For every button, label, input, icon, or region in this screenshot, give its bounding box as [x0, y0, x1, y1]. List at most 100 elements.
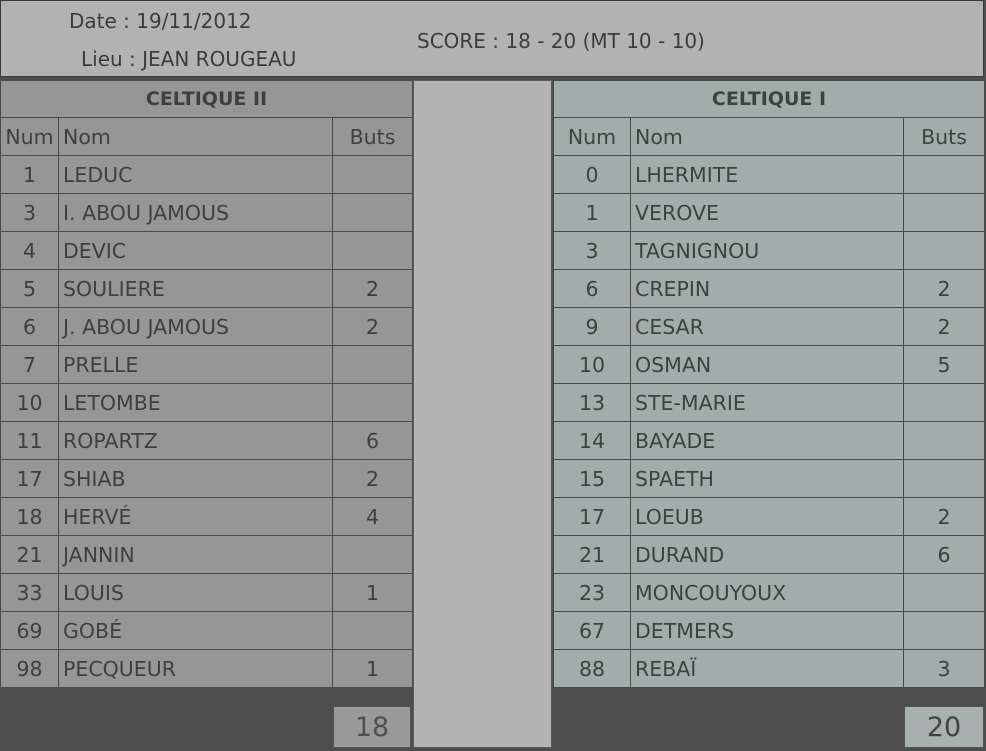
player-goals[interactable] [903, 421, 985, 460]
player-name[interactable]: SPAETH [630, 459, 904, 498]
player-goals[interactable] [903, 383, 985, 422]
player-name[interactable]: CESAR [630, 307, 904, 346]
player-name[interactable]: VEROVE [630, 193, 904, 232]
player-name[interactable]: DURAND [630, 535, 904, 574]
player-name[interactable]: DETMERS [630, 611, 904, 650]
player-name[interactable]: HERVÉ [58, 497, 333, 536]
player-goals[interactable] [332, 193, 413, 232]
player-name[interactable]: LOUIS [58, 573, 333, 612]
player-name[interactable]: BAYADE [630, 421, 904, 460]
player-num[interactable]: 23 [553, 573, 631, 612]
player-goals[interactable]: 2 [903, 269, 985, 308]
player-goals[interactable]: 2 [332, 269, 413, 308]
player-num[interactable]: 33 [0, 573, 59, 612]
player-num[interactable]: 21 [553, 535, 631, 574]
player-name[interactable]: JANNIN [58, 535, 333, 574]
team-left-total[interactable]: 18 [333, 706, 411, 748]
player-num[interactable]: 15 [553, 459, 631, 498]
player-num[interactable]: 10 [553, 345, 631, 384]
player-goals[interactable]: 1 [332, 649, 413, 688]
player-goals[interactable] [332, 231, 413, 270]
player-goals[interactable] [332, 155, 413, 194]
player-name[interactable]: CREPIN [630, 269, 904, 308]
player-num[interactable]: 3 [553, 231, 631, 270]
player-num[interactable]: 3 [0, 193, 59, 232]
player-goals[interactable] [332, 611, 413, 650]
player-goals[interactable] [903, 231, 985, 270]
player-name[interactable]: DEVIC [58, 231, 333, 270]
player-name[interactable]: OSMAN [630, 345, 904, 384]
player-goals[interactable]: 5 [903, 345, 985, 384]
col-header-nom[interactable]: Nom [58, 117, 333, 156]
player-goals[interactable] [903, 459, 985, 498]
team-left-panel: CELTIQUE II Num Nom Buts 1 LEDUC 3 I. ABOU … [0, 80, 413, 688]
player-name[interactable]: REBAÏ [630, 649, 904, 688]
player-goals[interactable]: 1 [332, 573, 413, 612]
player-name[interactable]: TAGNIGNOU [630, 231, 904, 270]
table-row: 98 PECQUEUR 1 [0, 649, 413, 688]
player-num[interactable]: 1 [553, 193, 631, 232]
player-num[interactable]: 6 [553, 269, 631, 308]
table-row: 33 LOUIS 1 [0, 573, 413, 612]
match-location: Lieu : JEAN ROUGEAU [81, 47, 297, 71]
player-goals[interactable] [903, 611, 985, 650]
player-name[interactable]: LOEUB [630, 497, 904, 536]
player-name[interactable]: SHIAB [58, 459, 333, 498]
player-goals[interactable]: 3 [903, 649, 985, 688]
player-goals[interactable] [903, 155, 985, 194]
player-name[interactable]: LHERMITE [630, 155, 904, 194]
table-row: 17 LOEUB 2 [553, 497, 985, 536]
player-goals[interactable] [903, 193, 985, 232]
player-num[interactable]: 9 [553, 307, 631, 346]
player-name[interactable]: J. ABOU JAMOUS [58, 307, 333, 346]
player-goals[interactable] [332, 535, 413, 574]
player-goals[interactable] [903, 573, 985, 612]
table-row: 23 MONCOUYOUX [553, 573, 985, 612]
col-header-num[interactable]: Num [553, 117, 631, 156]
player-num[interactable]: 13 [553, 383, 631, 422]
col-header-num[interactable]: Num [0, 117, 59, 156]
col-header-buts[interactable]: Buts [903, 117, 985, 156]
player-goals[interactable]: 2 [332, 459, 413, 498]
player-num[interactable]: 10 [0, 383, 59, 422]
player-num[interactable]: 6 [0, 307, 59, 346]
player-num[interactable]: 4 [0, 231, 59, 270]
player-name[interactable]: PECQUEUR [58, 649, 333, 688]
player-goals[interactable]: 2 [903, 497, 985, 536]
team-right-name[interactable]: CELTIQUE I [553, 80, 985, 118]
player-name[interactable]: LEDUC [58, 155, 333, 194]
player-num[interactable]: 98 [0, 649, 59, 688]
player-name[interactable]: I. ABOU JAMOUS [58, 193, 333, 232]
team-left-name[interactable]: CELTIQUE II [0, 80, 413, 118]
player-name[interactable]: SOULIERE [58, 269, 333, 308]
player-num[interactable]: 67 [553, 611, 631, 650]
player-num[interactable]: 17 [553, 497, 631, 536]
player-name[interactable]: MONCOUYOUX [630, 573, 904, 612]
player-goals[interactable]: 2 [903, 307, 985, 346]
player-num[interactable]: 21 [0, 535, 59, 574]
col-header-buts[interactable]: Buts [332, 117, 413, 156]
player-goals[interactable] [332, 383, 413, 422]
player-name[interactable]: GOBÉ [58, 611, 333, 650]
player-goals[interactable]: 6 [332, 421, 413, 460]
player-num[interactable]: 17 [0, 459, 59, 498]
player-num[interactable]: 18 [0, 497, 59, 536]
player-num[interactable]: 11 [0, 421, 59, 460]
col-header-nom[interactable]: Nom [630, 117, 904, 156]
player-name[interactable]: LETOMBE [58, 383, 333, 422]
player-goals[interactable]: 4 [332, 497, 413, 536]
player-name[interactable]: ROPARTZ [58, 421, 333, 460]
player-goals[interactable] [332, 345, 413, 384]
player-name[interactable]: STE-MARIE [630, 383, 904, 422]
player-num[interactable]: 7 [0, 345, 59, 384]
player-num[interactable]: 0 [553, 155, 631, 194]
player-goals[interactable]: 6 [903, 535, 985, 574]
player-num[interactable]: 14 [553, 421, 631, 460]
player-num[interactable]: 69 [0, 611, 59, 650]
player-num[interactable]: 5 [0, 269, 59, 308]
team-right-total[interactable]: 20 [904, 706, 984, 748]
player-goals[interactable]: 2 [332, 307, 413, 346]
player-name[interactable]: PRELLE [58, 345, 333, 384]
player-num[interactable]: 1 [0, 155, 59, 194]
player-num[interactable]: 88 [553, 649, 631, 688]
